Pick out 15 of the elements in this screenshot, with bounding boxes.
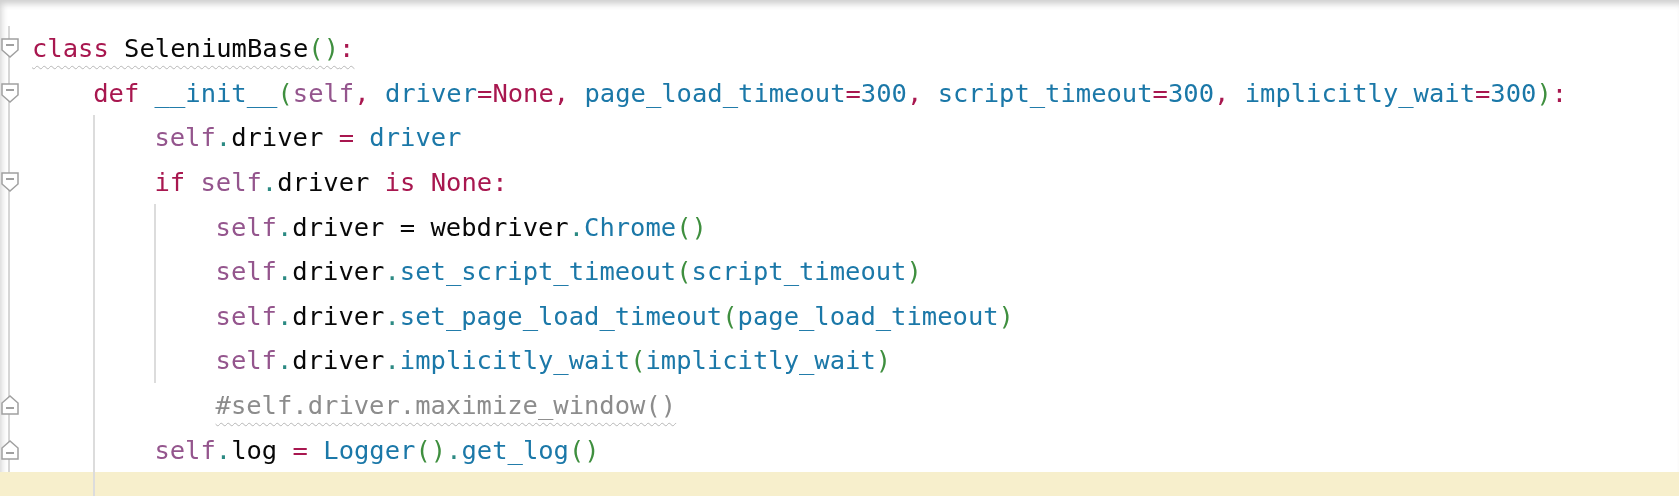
code-line: if self.driver is None: (154, 165, 508, 199)
fold-collapse-icon[interactable] (1, 38, 19, 59)
code-line: self.log = Logger().get_log() (154, 433, 600, 467)
code-line: class SeleniumBase(): (32, 32, 355, 66)
code-line: self.driver.set_page_load_timeout(page_load_timeout) (215, 299, 1014, 333)
fold-end-icon[interactable] (1, 439, 19, 460)
fold-collapse-icon[interactable] (1, 82, 19, 103)
fold-end-icon[interactable] (1, 395, 19, 416)
fold-collapse-icon[interactable] (1, 172, 19, 193)
code-line: self.driver = driver (154, 121, 462, 155)
code-line: self.driver = webdriver.Chrome() (215, 210, 707, 244)
code-line: self.driver.implicitly_wait(implicitly_wait) (215, 344, 892, 378)
code-line: self.driver.set_script_timeout(script_timeout) (215, 255, 922, 289)
code-line: def __init__(self, driver=None, page_load_timeout=300, script_timeout=300, implicitly_wait=300): (93, 76, 1568, 110)
code-comment: #self.driver.maximize_window() (215, 388, 677, 422)
